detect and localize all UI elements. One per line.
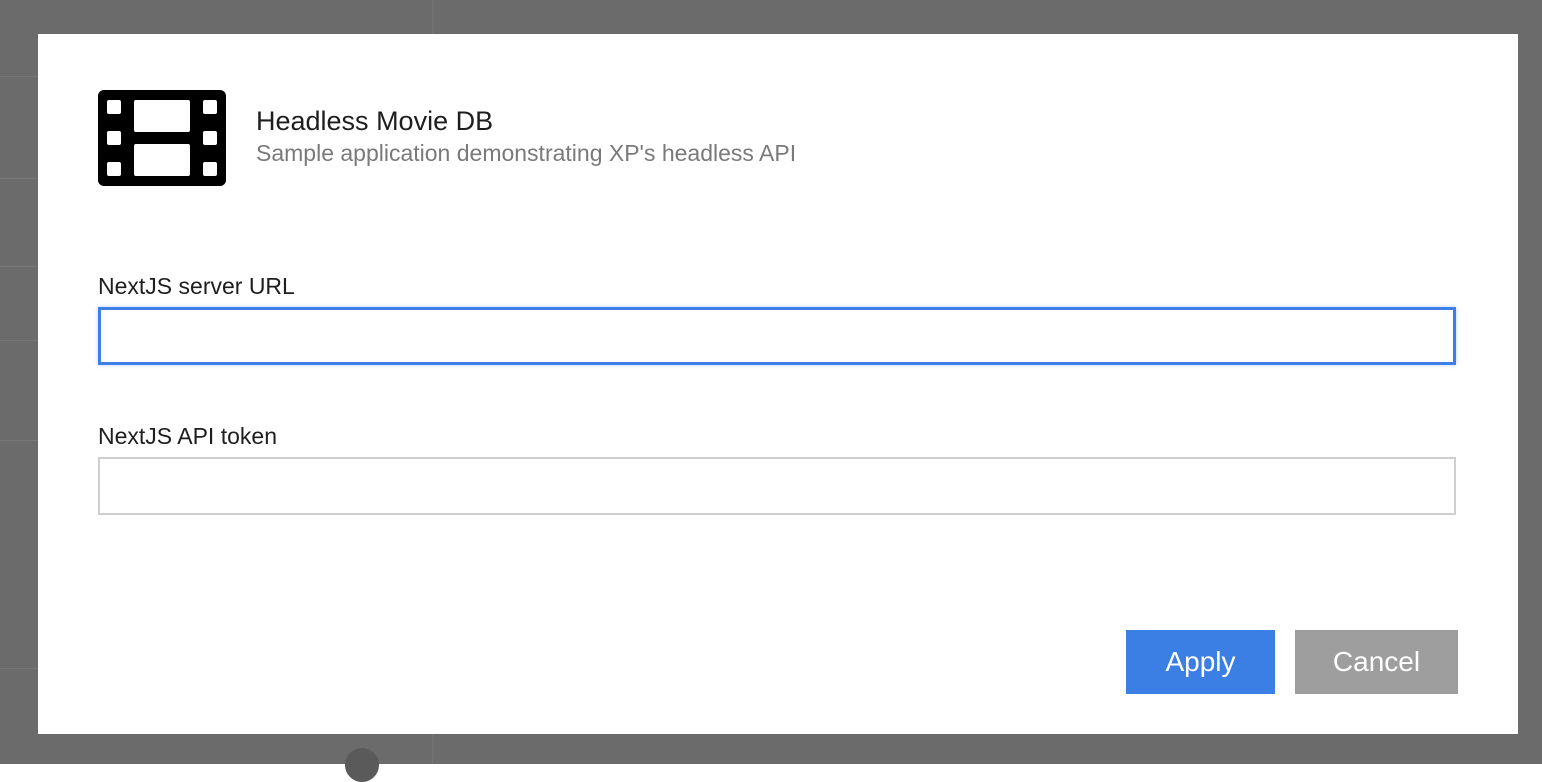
- cancel-button[interactable]: Cancel: [1295, 630, 1458, 694]
- app-subtitle: Sample application demonstrating XP's he…: [256, 140, 797, 166]
- app-title: Headless Movie DB: [256, 106, 494, 136]
- api-token-label: NextJS API token: [98, 423, 277, 449]
- film-icon: [98, 90, 226, 186]
- server-url-input[interactable]: [98, 307, 1456, 365]
- app-header: [98, 90, 998, 186]
- server-url-label: NextJS server URL: [98, 273, 295, 299]
- app-config-dialog: Headless Movie DB Sample application dem…: [38, 34, 1518, 734]
- background-avatar: [345, 748, 379, 782]
- api-token-input[interactable]: [98, 457, 1456, 515]
- apply-button[interactable]: Apply: [1126, 630, 1275, 694]
